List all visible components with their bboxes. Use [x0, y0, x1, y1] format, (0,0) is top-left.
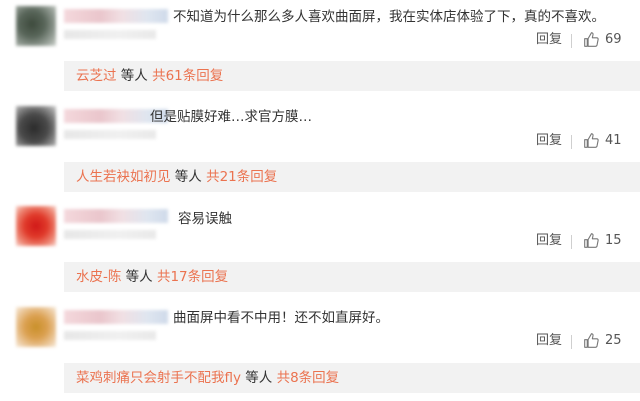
avatar[interactable]	[16, 106, 56, 146]
username[interactable]	[64, 9, 168, 23]
divider	[571, 135, 572, 149]
sub-replies-summary: 菜鸡刺痛只会射手不配我fly 等人 共8条回复	[76, 369, 339, 387]
thumbs-up-icon[interactable]	[583, 332, 600, 349]
comment-meta	[64, 331, 156, 340]
reply-button[interactable]: 回复	[536, 133, 562, 149]
sub-reply-total[interactable]: 共21条回复	[206, 169, 277, 185]
reply-button[interactable]: 回复	[536, 233, 562, 249]
comment-meta	[64, 130, 156, 139]
thumbs-up-icon[interactable]	[583, 31, 600, 48]
sub-reply-total[interactable]: 共17条回复	[157, 269, 228, 285]
username[interactable]	[64, 310, 168, 324]
username[interactable]	[64, 209, 168, 223]
sub-replies[interactable]: 人生若袂如初见 等人 共21条回复	[64, 162, 640, 192]
sub-replies-summary: 水皮-陈 等人 共17条回复	[76, 268, 228, 286]
sub-reply-user[interactable]: 云芝过	[76, 68, 117, 84]
comment-text: 但是贴膜好难…求官方膜…	[150, 109, 312, 125]
thumbs-up-icon[interactable]	[583, 132, 600, 149]
comment-meta	[64, 230, 156, 239]
sub-replies[interactable]: 水皮-陈 等人 共17条回复	[64, 262, 640, 292]
comment-meta	[64, 30, 156, 39]
sub-replies-summary: 人生若袂如初见 等人 共21条回复	[76, 168, 277, 186]
comment-item: 不知道为什么那么多人喜欢曲面屏，我在实体店体验了下，真的不喜欢。 回复 69 云…	[0, 0, 640, 100]
comment-item: 容易误触 回复 15 水皮-陈 等人 共17条回复	[0, 200, 640, 300]
sub-reply-total[interactable]: 共8条回复	[277, 370, 340, 386]
reply-button[interactable]: 回复	[536, 32, 562, 48]
sub-reply-connector: 等人	[241, 370, 277, 386]
divider	[571, 335, 572, 349]
avatar[interactable]	[16, 307, 56, 347]
sub-reply-total[interactable]: 共61条回复	[152, 68, 223, 84]
like-count: 25	[605, 333, 622, 348]
avatar[interactable]	[16, 206, 56, 246]
sub-replies-summary: 云芝过 等人 共61条回复	[76, 67, 223, 85]
divider	[571, 235, 572, 249]
sub-reply-connector: 等人	[170, 169, 207, 185]
comment-text: 曲面屏中看不中用！还不如直屏好。	[173, 310, 389, 326]
sub-replies[interactable]: 菜鸡刺痛只会射手不配我fly 等人 共8条回复	[64, 363, 640, 393]
reply-button[interactable]: 回复	[536, 333, 562, 349]
sub-replies[interactable]: 云芝过 等人 共61条回复	[64, 61, 640, 91]
sub-reply-user[interactable]: 人生若袂如初见	[76, 169, 171, 185]
like-count: 41	[605, 133, 622, 148]
sub-reply-connector: 等人	[121, 269, 157, 285]
comment-item: 曲面屏中看不中用！还不如直屏好。 回复 25 菜鸡刺痛只会射手不配我fly 等人…	[0, 300, 640, 401]
sub-reply-connector: 等人	[116, 68, 153, 84]
divider	[571, 34, 572, 48]
avatar[interactable]	[16, 6, 56, 46]
sub-reply-user[interactable]: 水皮-陈	[76, 269, 121, 285]
like-count: 15	[605, 233, 622, 248]
comment-text: 不知道为什么那么多人喜欢曲面屏，我在实体店体验了下，真的不喜欢。	[173, 9, 605, 25]
sub-reply-user[interactable]: 菜鸡刺痛只会射手不配我fly	[76, 370, 241, 386]
thumbs-up-icon[interactable]	[583, 232, 600, 249]
comment-text: 容易误触	[178, 211, 232, 227]
like-count: 69	[605, 32, 622, 47]
comment-item: 但是贴膜好难…求官方膜… 回复 41 人生若袂如初见 等人 共21条回复	[0, 100, 640, 200]
